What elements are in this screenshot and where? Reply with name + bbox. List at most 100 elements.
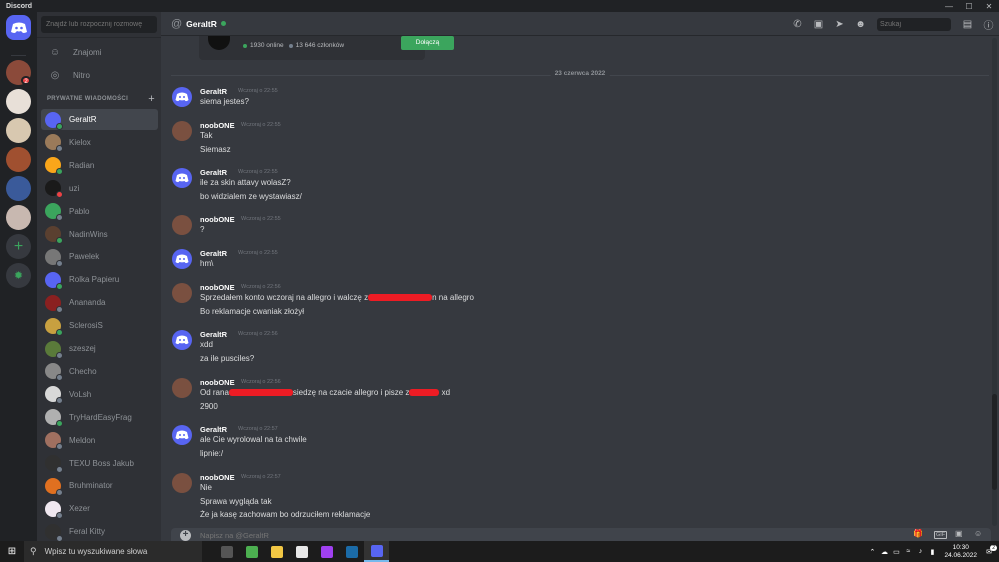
dm-item[interactable]: Pawelek <box>41 246 158 267</box>
add-server-button[interactable]: + <box>6 234 31 259</box>
message-author[interactable]: GeraltR <box>200 168 227 177</box>
taskbar-search[interactable]: ⚲ Wpisz tu wyszukiwane słowa <box>24 541 202 562</box>
store-taskbar-button[interactable] <box>289 541 314 562</box>
notifications-icon[interactable]: ✉ 2 <box>983 544 997 556</box>
scrollbar-thumb[interactable] <box>992 394 997 490</box>
volume-icon[interactable]: ♪ <box>914 548 926 555</box>
server-icon-2[interactable] <box>6 89 31 114</box>
dm-item[interactable]: TryHardEasyFrag <box>41 407 158 428</box>
dm-item[interactable]: Checho <box>41 361 158 382</box>
message-timestamp: Wczoraj o 22:55 <box>241 216 281 222</box>
message-content: ? <box>200 225 204 234</box>
network-icon[interactable]: ☁ <box>878 548 890 556</box>
close-button[interactable]: ✕ <box>979 0 999 12</box>
video-icon[interactable]: ▣ <box>808 19 829 30</box>
dm-item[interactable]: Bruhminator <box>41 475 158 496</box>
add-friend-icon[interactable]: ☻ <box>850 19 871 30</box>
dm-item[interactable]: Anananda <box>41 292 158 313</box>
dm-item[interactable]: TEXU Boss Jakub <box>41 453 158 474</box>
dm-item[interactable]: Meldon <box>41 430 158 451</box>
dm-item[interactable]: uzi <box>41 178 158 199</box>
messenger-taskbar-button[interactable] <box>314 541 339 562</box>
message-author[interactable]: GeraltR <box>200 425 227 434</box>
server-icon-4[interactable] <box>6 147 31 172</box>
nav-friends[interactable]: ☺ Znajomi <box>43 42 157 62</box>
find-conversation-input[interactable] <box>41 16 157 33</box>
dm-item-name: Feral Kitty <box>69 527 106 537</box>
message-avatar[interactable] <box>172 283 192 303</box>
maximize-button[interactable]: ☐ <box>959 0 979 12</box>
dm-item[interactable]: Feral Kitty <box>41 521 158 541</box>
message-content: bo widzialem ze wystawiasz/ <box>200 192 302 201</box>
nav-nitro[interactable]: ◎ Nitro <box>43 65 157 85</box>
chat-scrollbar[interactable] <box>992 38 997 526</box>
dm-item[interactable]: VoLsh <box>41 384 158 405</box>
message-avatar[interactable] <box>172 121 192 141</box>
sticker-icon[interactable]: ▣ <box>955 529 963 538</box>
message-text: Sprawa wygląda tak <box>200 496 272 506</box>
message-avatar[interactable] <box>172 330 192 350</box>
message-avatar[interactable] <box>172 168 192 188</box>
create-dm-button[interactable]: + <box>148 93 155 105</box>
dm-item[interactable]: szeszej <box>41 338 158 359</box>
message-author[interactable]: noobONE <box>200 283 235 292</box>
inbox-icon[interactable]: ▤ <box>957 19 978 30</box>
message-author[interactable]: noobONE <box>200 121 235 130</box>
battery-icon[interactable]: ▮ <box>926 548 938 556</box>
gif-icon[interactable]: GIF <box>934 531 948 539</box>
steam-taskbar-button[interactable] <box>339 541 364 562</box>
message-author[interactable]: GeraltR <box>200 249 227 258</box>
discord-taskbar-button[interactable] <box>364 541 389 562</box>
chrome-taskbar-button[interactable] <box>239 541 264 562</box>
user-avatar <box>45 363 63 382</box>
message-avatar[interactable] <box>172 473 192 493</box>
clock[interactable]: 10:30 24.06.2022 <box>944 544 977 560</box>
discord-avatar-icon <box>175 173 189 183</box>
dm-item[interactable]: Pablo <box>41 201 158 222</box>
pin-icon[interactable]: ➤ <box>829 19 850 30</box>
redaction-mark <box>228 389 293 397</box>
emoji-icon[interactable]: ☺ <box>974 529 982 538</box>
tray-overflow-icon[interactable]: ⌃ <box>866 548 878 556</box>
message-avatar[interactable] <box>172 378 192 398</box>
wifi-icon[interactable]: ≈ <box>902 548 914 555</box>
home-button[interactable] <box>6 15 31 40</box>
call-icon[interactable]: ✆ <box>787 19 808 30</box>
dm-item[interactable]: GeraltR <box>41 109 158 130</box>
server-icon-3[interactable] <box>6 118 31 143</box>
message-avatar[interactable] <box>172 249 192 269</box>
message-input[interactable] <box>200 530 600 541</box>
server-icon-6[interactable] <box>6 205 31 230</box>
nitro-icon: ◎ <box>50 69 60 81</box>
dm-item[interactable]: Radian <box>41 155 158 176</box>
start-button[interactable]: ⊞ <box>0 546 24 557</box>
dm-item[interactable]: NadinWins <box>41 224 158 245</box>
message-text: Że ja kasę zachowam bo odrzuciłem reklam… <box>200 510 371 519</box>
gift-icon[interactable]: 🎁 <box>913 529 923 538</box>
message-author[interactable]: GeraltR <box>200 330 227 339</box>
dm-item[interactable]: Rolka Papieru <box>41 269 158 290</box>
help-icon[interactable]: ⓘ <box>978 17 999 32</box>
message-avatar[interactable] <box>172 425 192 445</box>
minimize-button[interactable]: — <box>939 0 959 12</box>
explore-servers-button[interactable]: ✹ <box>6 263 31 288</box>
message-author[interactable]: GeraltR <box>200 87 227 96</box>
dm-item[interactable]: Kielox <box>41 132 158 153</box>
server-list: 2 + ✹ <box>0 12 37 541</box>
dm-item[interactable]: SclerosiS <box>41 315 158 336</box>
search-input[interactable] <box>877 17 951 31</box>
message-avatar[interactable] <box>172 87 192 107</box>
join-button[interactable]: Dołączą <box>401 36 454 50</box>
server-icon-5[interactable] <box>6 176 31 201</box>
display-icon[interactable]: ▭ <box>890 548 902 556</box>
message-text: Bo reklamacje cwaniak złożył <box>200 306 305 316</box>
task-view-taskbar-button[interactable] <box>214 541 239 562</box>
message-author[interactable]: noobONE <box>200 215 235 224</box>
file-explorer-taskbar-button[interactable] <box>264 541 289 562</box>
upload-button[interactable]: + <box>180 530 191 541</box>
dm-item-name: Anananda <box>69 298 106 308</box>
message-avatar[interactable] <box>172 215 192 235</box>
message-author[interactable]: noobONE <box>200 378 235 387</box>
dm-item[interactable]: Xezer <box>41 498 158 519</box>
message-author[interactable]: noobONE <box>200 473 235 482</box>
